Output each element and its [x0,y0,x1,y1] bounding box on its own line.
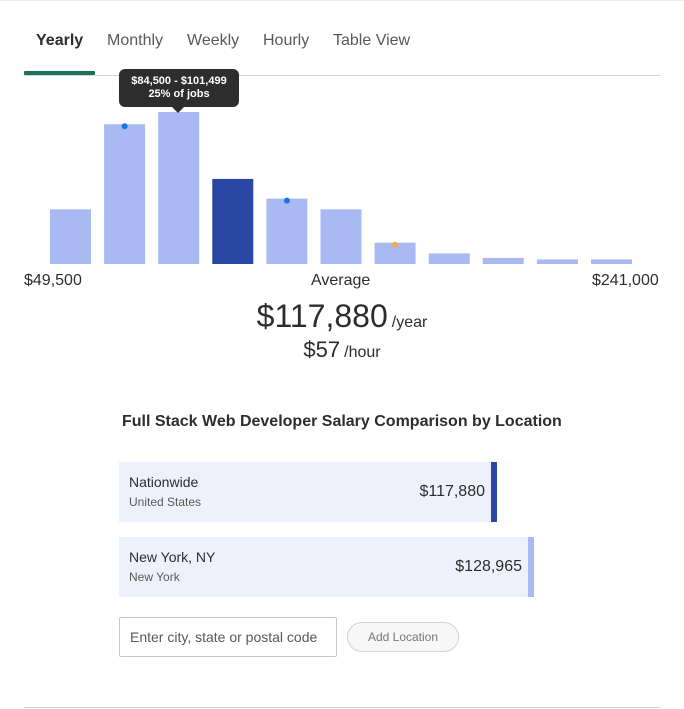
yearly-salary-value: $117,880 [256,298,388,334]
histogram-bar[interactable] [266,198,308,264]
location-salary: $128,965 [455,558,522,575]
hourly-salary: $57/hour [0,337,684,363]
hourly-salary-unit: /hour [344,344,381,361]
histogram-bar[interactable] [212,178,254,264]
location-search-input[interactable] [119,617,337,657]
location-subtitle: United States [129,495,202,509]
bottom-divider [24,707,660,708]
location-salary-bar [491,462,497,522]
tooltip-share: 25% of jobs [148,88,210,100]
histogram-bar[interactable] [591,259,632,264]
axis-average-label: Average [311,272,371,289]
tooltip-range: $84,500 - $101,499 [131,75,227,87]
location-row-new-york: New York, NY New York $128,965 [119,537,534,597]
location-salary-bar [528,537,534,597]
histogram-bar[interactable] [50,209,91,264]
histogram-bar[interactable] [158,112,200,264]
histogram-marker-dot [392,241,399,248]
histogram-marker-dot [283,197,290,204]
histogram-bar[interactable] [428,253,470,264]
add-location-button[interactable]: Add Location [347,622,459,652]
yearly-salary-unit: /year [391,314,428,331]
location-subtitle: New York [129,570,180,584]
hourly-salary-value: $57 [303,337,341,362]
axis-max-label: $241,000 [592,272,659,289]
histogram-svg [50,112,632,264]
location-name: New York, NY [129,549,216,565]
histogram-bar[interactable] [320,209,362,264]
axis-min-label: $49,500 [24,272,82,289]
histogram-bar[interactable] [536,259,578,264]
yearly-salary: $117,880/year [0,298,684,335]
location-salary: $117,880 [419,483,485,500]
histogram-bar[interactable] [482,257,524,264]
bar-tooltip: $84,500 - $101,499 25% of jobs [119,69,239,113]
histogram-bar[interactable] [104,124,146,264]
location-row-nationwide: Nationwide United States $117,880 [119,462,497,522]
salary-histogram: $49,500 Average $241,000 [0,0,684,300]
location-name: Nationwide [129,474,199,490]
histogram-marker-dot [121,123,128,130]
comparison-title: Full Stack Web Developer Salary Comparis… [122,413,562,430]
